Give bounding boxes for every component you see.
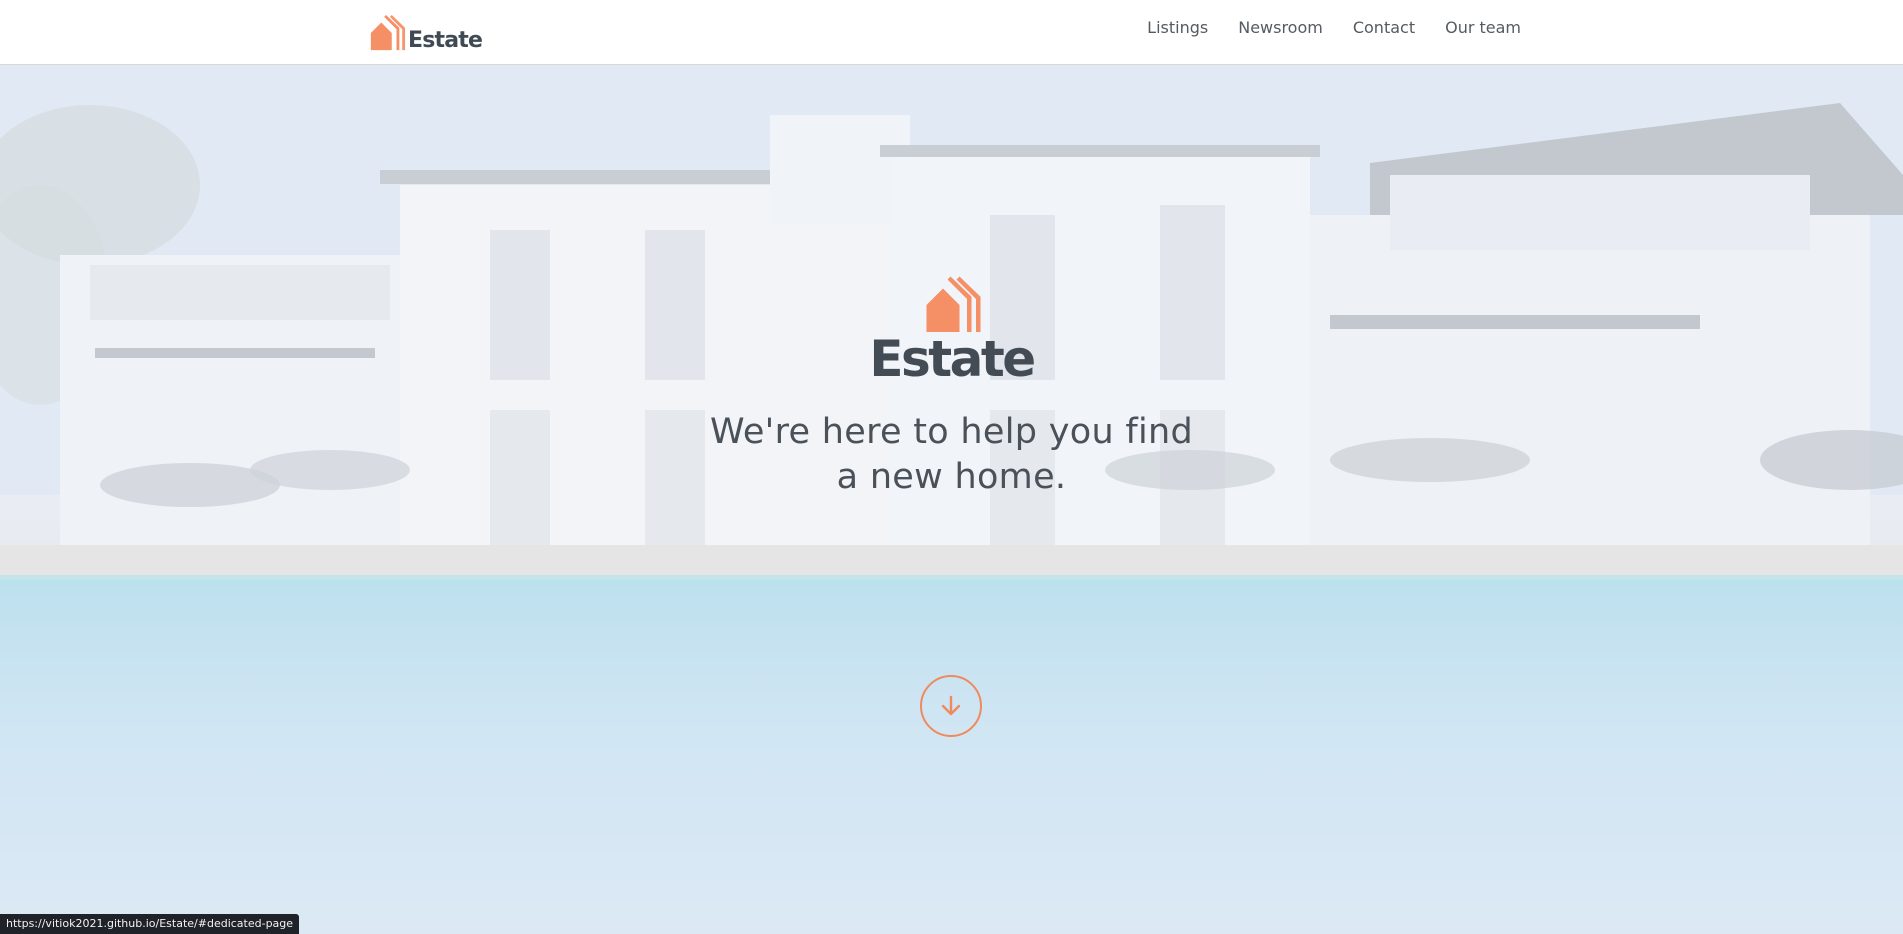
header-logo[interactable]: Estate (368, 12, 483, 53)
main-nav: Listings Newsroom Contact Our team (1147, 0, 1521, 54)
nav-item-contact[interactable]: Contact (1353, 18, 1415, 37)
hero-section: Estate We're here to help you find a new… (0, 65, 1903, 934)
header-logo-text: Estate (408, 28, 483, 53)
house-logo-icon (926, 276, 981, 332)
hero-logo-text: Estate (869, 330, 1036, 388)
scroll-down-button[interactable] (920, 675, 982, 737)
house-logo-icon (370, 14, 406, 51)
nav-item-our-team[interactable]: Our team (1445, 18, 1521, 37)
nav-item-newsroom[interactable]: Newsroom (1238, 18, 1323, 37)
arrow-down-icon (941, 695, 961, 716)
nav-item-listings[interactable]: Listings (1147, 18, 1208, 37)
status-bar-url: https://vitiok2021.github.io/Estate/#ded… (0, 914, 300, 934)
site-header: Estate Listings Newsroom Contact Our tea… (0, 0, 1903, 65)
hero-tagline: We're here to help you find a new home. (709, 412, 1193, 497)
hero-content: Estate We're here to help you find a new… (0, 65, 1903, 934)
